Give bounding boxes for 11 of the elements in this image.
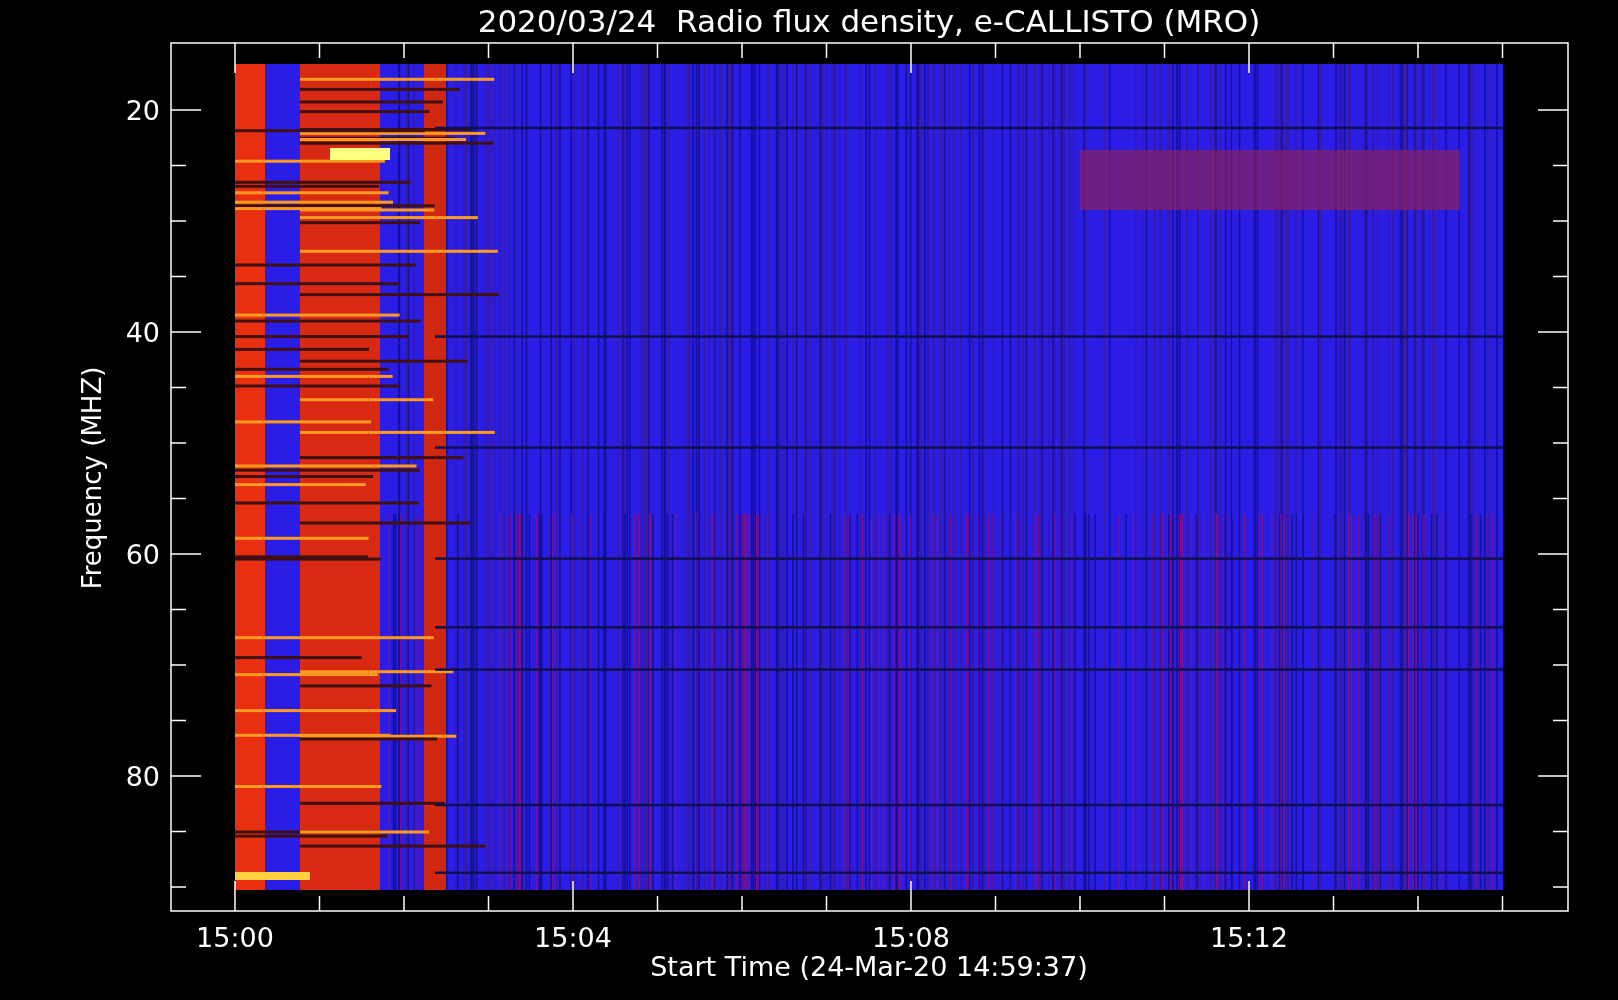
axis-label: Start Time (24-Mar-20 14:59:37)	[650, 951, 1088, 982]
tick-label: 15:08	[872, 922, 950, 953]
tick-label: 15:12	[1210, 922, 1288, 953]
tick-label: 15:00	[196, 922, 274, 953]
tick-label: 20	[125, 95, 160, 126]
tick-label: 15:04	[534, 922, 612, 953]
tick-label: 60	[125, 539, 160, 570]
chart-title: 2020/03/24 Radio flux density, e-CALLISTO (MRO)	[477, 3, 1261, 39]
tick-label: 40	[125, 317, 160, 348]
axis-label: Frequency (MHZ)	[77, 366, 107, 590]
tick-label: 80	[125, 761, 160, 792]
